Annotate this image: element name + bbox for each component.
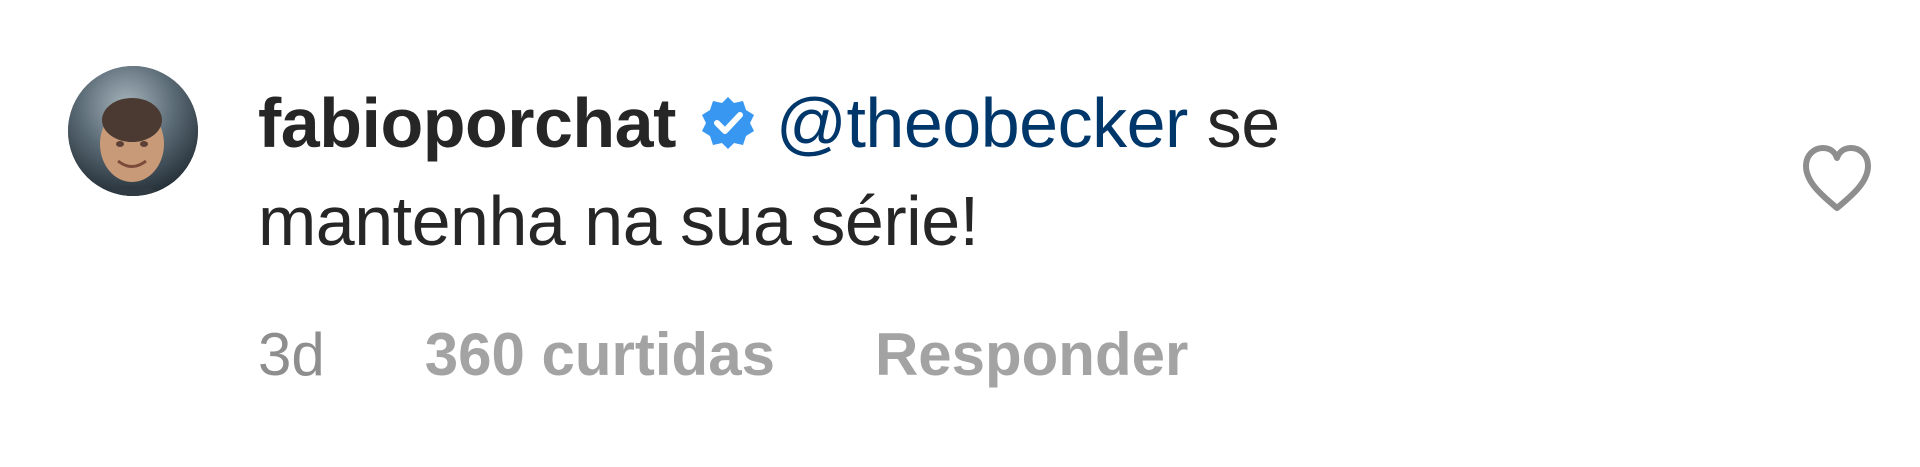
username-link[interactable]: fabioporchat xyxy=(258,84,676,162)
verified-badge-icon xyxy=(698,93,758,153)
reply-button[interactable]: Responder xyxy=(875,315,1188,395)
comment-message-part: se xyxy=(1187,84,1280,162)
like-button[interactable] xyxy=(1798,142,1876,214)
avatar-photo xyxy=(68,66,198,196)
comment-first-line: fabioporchat @theobecker se xyxy=(258,74,1508,172)
comment-meta: 3d 360 curtidas Responder xyxy=(258,315,1288,395)
mention-link[interactable]: @theobecker xyxy=(776,84,1188,162)
comment-time: 3d xyxy=(258,321,325,388)
comment-text: fabioporchat @theobecker se mantenha na … xyxy=(258,74,1508,270)
avatar[interactable] xyxy=(68,66,198,196)
comment-second-line: mantenha na sua série! xyxy=(258,182,979,260)
likes-count-link[interactable]: 360 curtidas xyxy=(425,315,775,395)
comment-item: fabioporchat @theobecker se mantenha na … xyxy=(0,0,1920,467)
heart-outline-icon xyxy=(1803,145,1871,211)
